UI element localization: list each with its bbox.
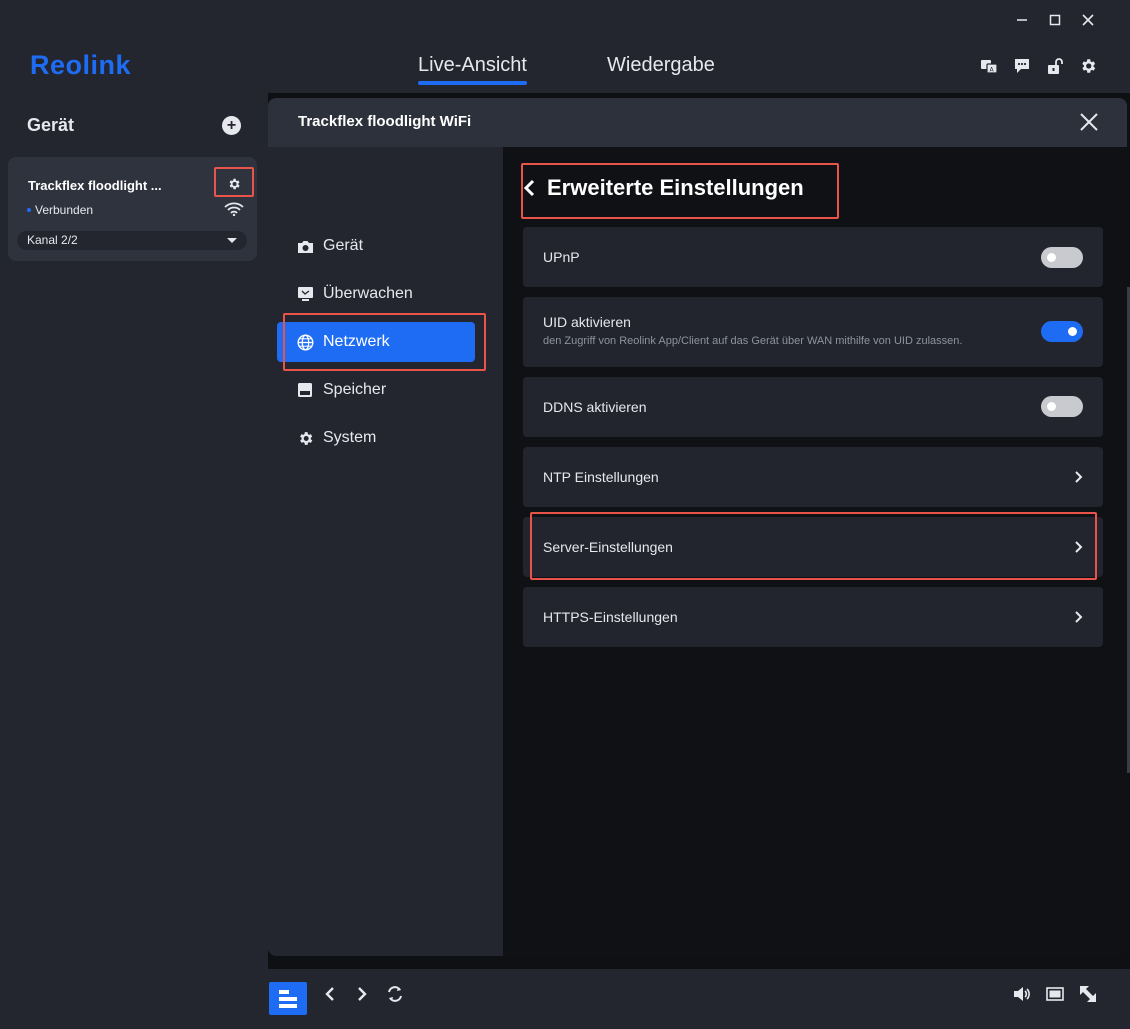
message-icon[interactable] [1012, 56, 1032, 76]
tab-live-ansicht[interactable]: Live-Ansicht [418, 54, 527, 77]
chevron-right-icon [1075, 611, 1083, 623]
chevron-left-icon [325, 987, 334, 1001]
fullscreen-icon [1080, 986, 1096, 1002]
settings-nav [268, 147, 503, 956]
active-tab-indicator [418, 81, 527, 85]
unlock-icon[interactable] [1045, 56, 1065, 76]
nav-label: Gerät [323, 237, 364, 254]
device-status: Verbunden [35, 203, 94, 217]
minimize-button[interactable] [1012, 10, 1032, 30]
channel-value: Kanal 2/2 [27, 233, 78, 247]
add-device-button[interactable]: + [222, 116, 241, 135]
toggle-knob [1047, 402, 1056, 411]
layout-button[interactable] [269, 982, 307, 1015]
camera-icon [296, 237, 314, 255]
setting-row-ddns: DDNS aktivieren [523, 377, 1103, 437]
toggle-knob [1047, 253, 1056, 262]
tab-wiedergabe[interactable]: Wiedergabe [607, 54, 715, 77]
settings-dialog: Trackflex floodlight WiFi Gerät Überwach… [268, 98, 1127, 956]
gear-icon [296, 429, 314, 447]
wifi-icon [224, 202, 244, 217]
dialog-title: Trackflex floodlight WiFi [298, 113, 472, 130]
nav-item-ueberwachen[interactable]: Überwachen [277, 274, 475, 314]
highlight-box [214, 167, 254, 197]
next-button[interactable] [351, 983, 373, 1005]
highlight-box [283, 313, 486, 371]
setting-description: den Zugriff von Reolink App/Client auf d… [543, 335, 963, 347]
close-icon [1082, 14, 1094, 26]
maximize-button[interactable] [1045, 10, 1065, 30]
aspect-ratio-button[interactable] [1044, 983, 1066, 1005]
channel-select[interactable]: Kanal 2/2 [17, 231, 247, 250]
storage-icon [296, 381, 314, 399]
layout-list-icon [279, 989, 297, 1008]
status-dot-icon [27, 208, 31, 212]
volume-button[interactable] [1011, 983, 1033, 1005]
nav-label: Überwachen [323, 285, 413, 302]
minimize-icon [1017, 19, 1027, 21]
rotate-button[interactable] [384, 983, 406, 1005]
monitor-icon [296, 285, 314, 303]
setting-row-uid: UID aktivieren den Zugriff von Reolink A… [523, 297, 1103, 367]
speaker-icon [1014, 987, 1030, 1001]
close-window-button[interactable] [1078, 10, 1098, 30]
translate-icon[interactable]: A [979, 56, 999, 76]
uid-toggle[interactable] [1041, 321, 1083, 342]
screen-icon [1046, 987, 1064, 1001]
setting-row-ntp[interactable]: NTP Einstellungen [523, 447, 1103, 507]
device-name: Trackflex floodlight ... [28, 178, 162, 193]
nav-item-system[interactable]: System [277, 418, 475, 458]
nav-label: Speicher [323, 381, 387, 398]
setting-label: UPnP [543, 249, 580, 265]
setting-row-upnp: UPnP [523, 227, 1103, 287]
chevron-down-icon [227, 238, 237, 243]
upnp-toggle[interactable] [1041, 247, 1083, 268]
setting-label: HTTPS-Einstellungen [543, 609, 678, 625]
fullscreen-button[interactable] [1077, 983, 1099, 1005]
setting-label: DDNS aktivieren [543, 399, 647, 415]
reolink-logo: Reolink [30, 50, 132, 80]
setting-row-https[interactable]: HTTPS-Einstellungen [523, 587, 1103, 647]
settings-icon[interactable] [1078, 56, 1098, 76]
chevron-right-icon [358, 987, 367, 1001]
sidebar-title: Gerät [27, 115, 75, 135]
setting-label: UID aktivieren [543, 314, 631, 330]
nav-item-geraet[interactable]: Gerät [277, 226, 475, 266]
maximize-icon [1049, 14, 1061, 26]
toggle-knob [1068, 327, 1077, 336]
chevron-right-icon [1075, 471, 1083, 483]
nav-label: System [323, 429, 377, 446]
previous-button[interactable] [319, 983, 341, 1005]
close-icon [1080, 113, 1098, 131]
dialog-close-button[interactable] [1078, 111, 1100, 133]
refresh-icon [388, 986, 402, 1002]
nav-item-speicher[interactable]: Speicher [277, 370, 475, 410]
ddns-toggle[interactable] [1041, 396, 1083, 417]
setting-label: NTP Einstellungen [543, 469, 659, 485]
highlight-box [521, 163, 839, 219]
highlight-box [530, 512, 1097, 580]
